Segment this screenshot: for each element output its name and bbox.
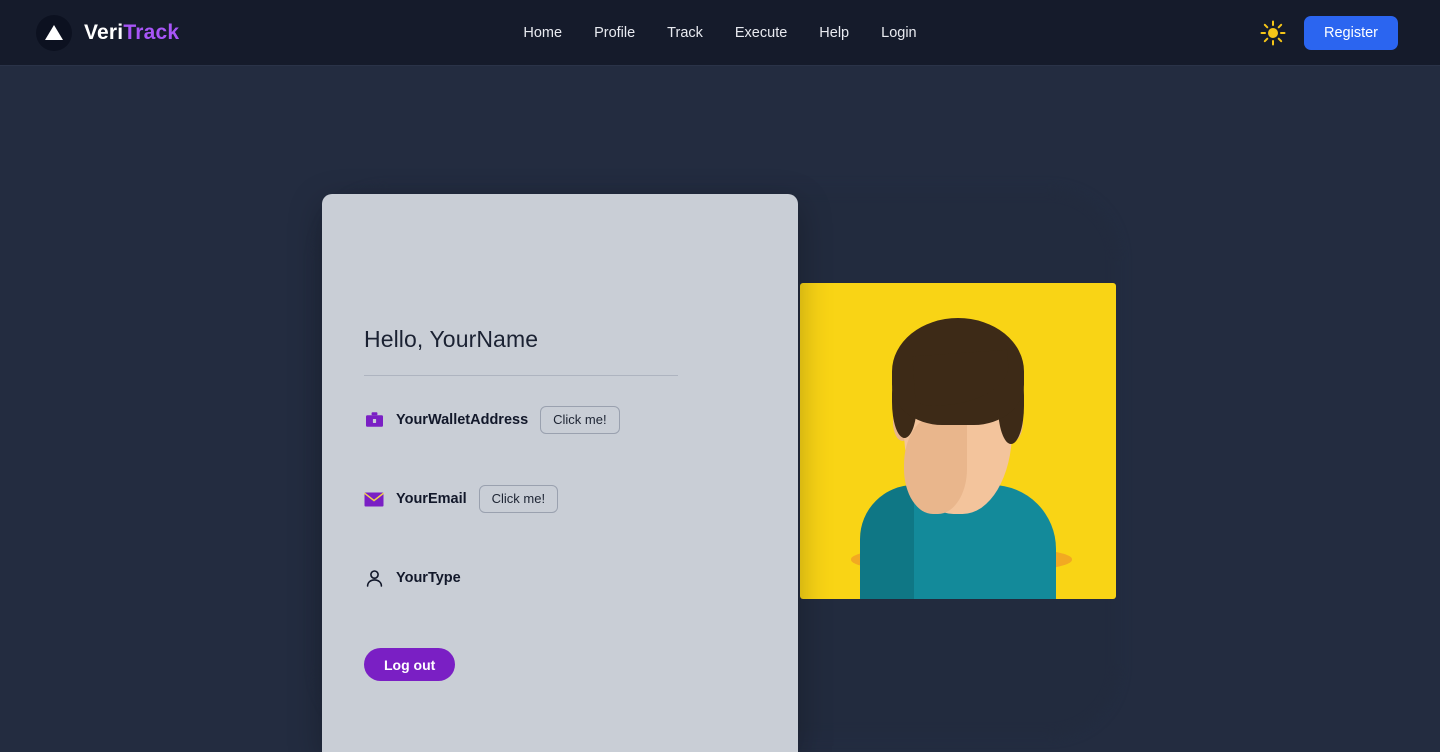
- person-icon: [364, 568, 384, 588]
- email-click-me-button[interactable]: Click me!: [478, 484, 559, 514]
- profile-card-content: Hello, YourName YourWalletAddress Click …: [364, 326, 756, 592]
- nav-link-help[interactable]: Help: [803, 19, 865, 47]
- profile-avatar-illustration: [800, 283, 1116, 599]
- wallet-address-label: YourWalletAddress: [396, 412, 529, 428]
- email-label: YourEmail: [396, 491, 467, 507]
- page-title: Hello, YourName: [364, 326, 539, 352]
- info-row-wallet: YourWalletAddress Click me!: [364, 405, 756, 435]
- info-row-type: YourType: [364, 564, 756, 592]
- briefcase-icon: [364, 410, 384, 430]
- envelope-icon: [364, 489, 384, 509]
- wallet-click-me-button[interactable]: Click me!: [540, 405, 620, 435]
- avatar-face-shade: [904, 415, 968, 514]
- avatar-sweater-shade: [860, 485, 914, 599]
- account-type-label: YourType: [396, 570, 461, 586]
- header-actions: Register: [1260, 15, 1398, 50]
- app-header: VeriTrack Home Profile Track Execute Hel…: [0, 0, 1440, 66]
- nav-link-home[interactable]: Home: [507, 19, 578, 47]
- info-row-email: YourEmail Click me!: [364, 484, 756, 514]
- main-navigation: Home Profile Track Execute Help Login: [0, 19, 1440, 47]
- nav-link-profile[interactable]: Profile: [578, 19, 651, 47]
- sun-icon[interactable]: [1260, 20, 1286, 46]
- logout-button[interactable]: Log out: [364, 648, 456, 681]
- register-button[interactable]: Register: [1304, 15, 1398, 50]
- card-divider: [364, 375, 678, 376]
- page-stage: Hello, YourName YourWalletAddress Click …: [0, 66, 1440, 752]
- nav-link-login[interactable]: Login: [865, 19, 932, 47]
- nav-link-execute[interactable]: Execute: [719, 19, 803, 47]
- nav-link-track[interactable]: Track: [651, 19, 719, 47]
